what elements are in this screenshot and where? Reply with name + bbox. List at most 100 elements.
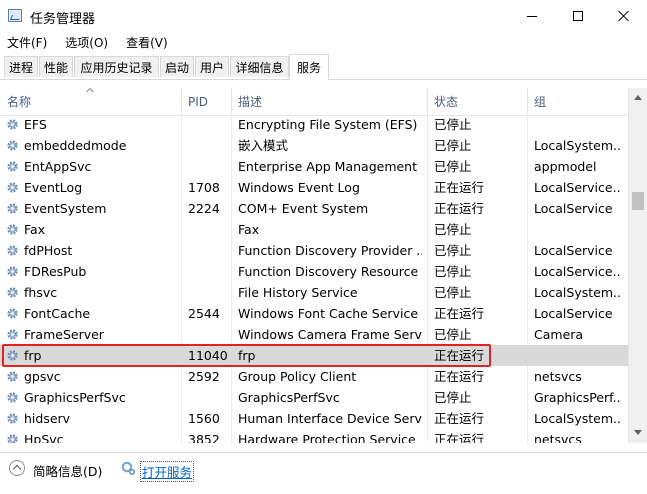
scroll-down-icon[interactable] — [634, 430, 642, 435]
service-group: LocalSystem... — [534, 285, 620, 300]
service-group: LocalService — [534, 243, 613, 258]
service-pid — [188, 156, 230, 177]
tab-performance[interactable]: 性能 — [39, 56, 73, 77]
close-button[interactable] — [601, 0, 647, 32]
menu-view[interactable]: 查看(V) — [126, 32, 168, 52]
service-status: 正在运行 — [434, 432, 485, 443]
service-row-frameserver[interactable]: FrameServer Windows Camera Frame Serv... 已… — [0, 324, 628, 345]
service-row-graphicsperfsvc[interactable]: GraphicsPerfSvc GraphicsPerfSvc 已停止 Graphic… — [0, 387, 628, 408]
service-name: EventSystem — [24, 201, 107, 216]
service-row-fax[interactable]: Fax Fax 已停止 — [0, 219, 628, 240]
gear-icon — [6, 328, 19, 341]
service-status: 已停止 — [434, 243, 472, 258]
tab-app-history[interactable]: 应用历史记录 — [74, 56, 159, 77]
scroll-up-icon[interactable] — [634, 95, 642, 100]
gear-icon — [6, 181, 19, 194]
gear-icon — [6, 139, 19, 152]
column-header-group[interactable]: 组 — [527, 88, 628, 115]
scrollbar-thumb[interactable] — [632, 192, 644, 210]
service-name: EntAppSvc — [24, 159, 92, 174]
service-name: FrameServer — [24, 327, 104, 342]
tab-processes[interactable]: 进程 — [4, 56, 38, 77]
service-pid: 2544 — [188, 306, 220, 321]
minimize-button[interactable] — [509, 0, 555, 32]
tab-users[interactable]: 用户 — [195, 56, 229, 77]
menu-options[interactable]: 选项(O) — [65, 32, 108, 52]
maximize-button[interactable] — [555, 0, 601, 32]
service-name: HpSvc — [24, 432, 64, 443]
open-services-link[interactable]: 打开服务 — [140, 461, 195, 482]
service-name: EFS — [24, 117, 47, 132]
minimize-icon — [527, 15, 537, 17]
service-description: COM+ Event System — [238, 201, 369, 216]
vertical-scrollbar[interactable] — [628, 88, 647, 443]
service-group: appmodel — [534, 159, 597, 174]
task-manager-icon — [8, 9, 22, 22]
service-pid: 1708 — [188, 180, 220, 195]
service-name: EventLog — [24, 180, 83, 195]
service-description: Human Interface Device Servi... — [238, 411, 422, 426]
service-pid: 2224 — [188, 201, 220, 216]
service-name: fdPHost — [24, 243, 73, 258]
close-icon — [618, 10, 630, 22]
service-group: netsvcs — [534, 369, 582, 384]
gear-icon — [6, 307, 19, 320]
fewer-details-button[interactable]: 简略信息(D) — [33, 461, 102, 480]
service-row-embeddedmode[interactable]: embeddedmode 嵌入模式 已停止 LocalSystem... — [0, 135, 628, 156]
service-pid — [188, 387, 230, 408]
service-row-eventlog[interactable]: EventLog 1708 Windows Event Log 正在运行 LocalSe… — [0, 177, 628, 198]
service-description: Hardware Protection Service — [238, 432, 416, 443]
service-description: Windows Event Log — [238, 180, 360, 195]
service-description: File History Service — [238, 285, 358, 300]
service-status: 已停止 — [434, 390, 472, 405]
service-pid — [188, 261, 230, 282]
service-status: 已停止 — [434, 138, 472, 153]
gear-icon — [6, 286, 19, 299]
service-pid — [188, 115, 230, 135]
menu-file[interactable]: 文件(F) — [7, 32, 47, 52]
gear-icon — [6, 391, 19, 404]
service-name: GraphicsPerfSvc — [24, 390, 126, 405]
service-group: LocalService... — [534, 180, 620, 195]
service-row-hpsvc[interactable]: HpSvc 3852 Hardware Protection Service 正在运行… — [0, 429, 628, 443]
gear-icon — [6, 265, 19, 278]
service-row-hidserv[interactable]: hidserv 1560 Human Interface Device Servi.… — [0, 408, 628, 429]
tab-details[interactable]: 详细信息 — [230, 56, 289, 77]
service-group: LocalService — [534, 306, 613, 321]
service-row-fdphost[interactable]: fdPHost Function Discovery Provider ... 已停… — [0, 240, 628, 261]
title-bar: 任务管理器 — [0, 0, 647, 32]
service-group — [534, 345, 620, 366]
column-header-name[interactable]: 名称 — [0, 88, 181, 115]
service-pid — [188, 240, 230, 261]
services-list: EFS Encrypting File System (EFS) 已停止 embedd… — [0, 115, 628, 443]
tab-startup[interactable]: 启动 — [160, 56, 194, 77]
column-header-status[interactable]: 状态 — [427, 88, 527, 115]
service-status: 正在运行 — [434, 369, 485, 384]
status-bar: 简略信息(D) 打开服务 — [0, 452, 647, 494]
service-status: 已停止 — [434, 222, 472, 237]
service-name: Fax — [24, 222, 46, 237]
service-name: fhsvc — [24, 285, 58, 300]
service-group: LocalSystem... — [534, 138, 620, 153]
tab-services[interactable]: 服务 — [289, 54, 329, 80]
service-group: Camera — [534, 327, 584, 342]
service-row-entappsvc[interactable]: EntAppSvc Enterprise App Management ... 已停… — [0, 156, 628, 177]
chevron-up-icon[interactable] — [9, 460, 25, 476]
service-row-eventsystem[interactable]: EventSystem 2224 COM+ Event System 正在运行 Loca… — [0, 198, 628, 219]
service-pid: 3852 — [188, 432, 220, 443]
service-description: Enterprise App Management ... — [238, 159, 422, 174]
service-row-efs[interactable]: EFS Encrypting File System (EFS) 已停止 — [0, 115, 628, 135]
service-group: GraphicsPerf... — [534, 390, 620, 405]
service-row-fhsvc[interactable]: fhsvc File History Service 已停止 LocalSystem.… — [0, 282, 628, 303]
column-header-pid[interactable]: PID — [181, 88, 231, 115]
service-row-fdrespub[interactable]: FDResPub Function Discovery Resource ... 已… — [0, 261, 628, 282]
service-description: Windows Camera Frame Serv... — [238, 327, 422, 342]
gear-icon — [6, 202, 19, 215]
column-header-description[interactable]: 描述 — [231, 88, 427, 115]
service-row-fontcache[interactable]: FontCache 2544 Windows Font Cache Service 正… — [0, 303, 628, 324]
service-description: Encrypting File System (EFS) — [238, 117, 418, 132]
tab-bar: 进程 性能 应用历史记录 启动 用户 详细信息 服务 — [0, 54, 647, 80]
gear-icon — [6, 160, 19, 173]
service-group: LocalSystem... — [534, 411, 620, 426]
service-row-gpsvc[interactable]: gpsvc 2592 Group Policy Client 正在运行 netsvcs — [0, 366, 628, 387]
